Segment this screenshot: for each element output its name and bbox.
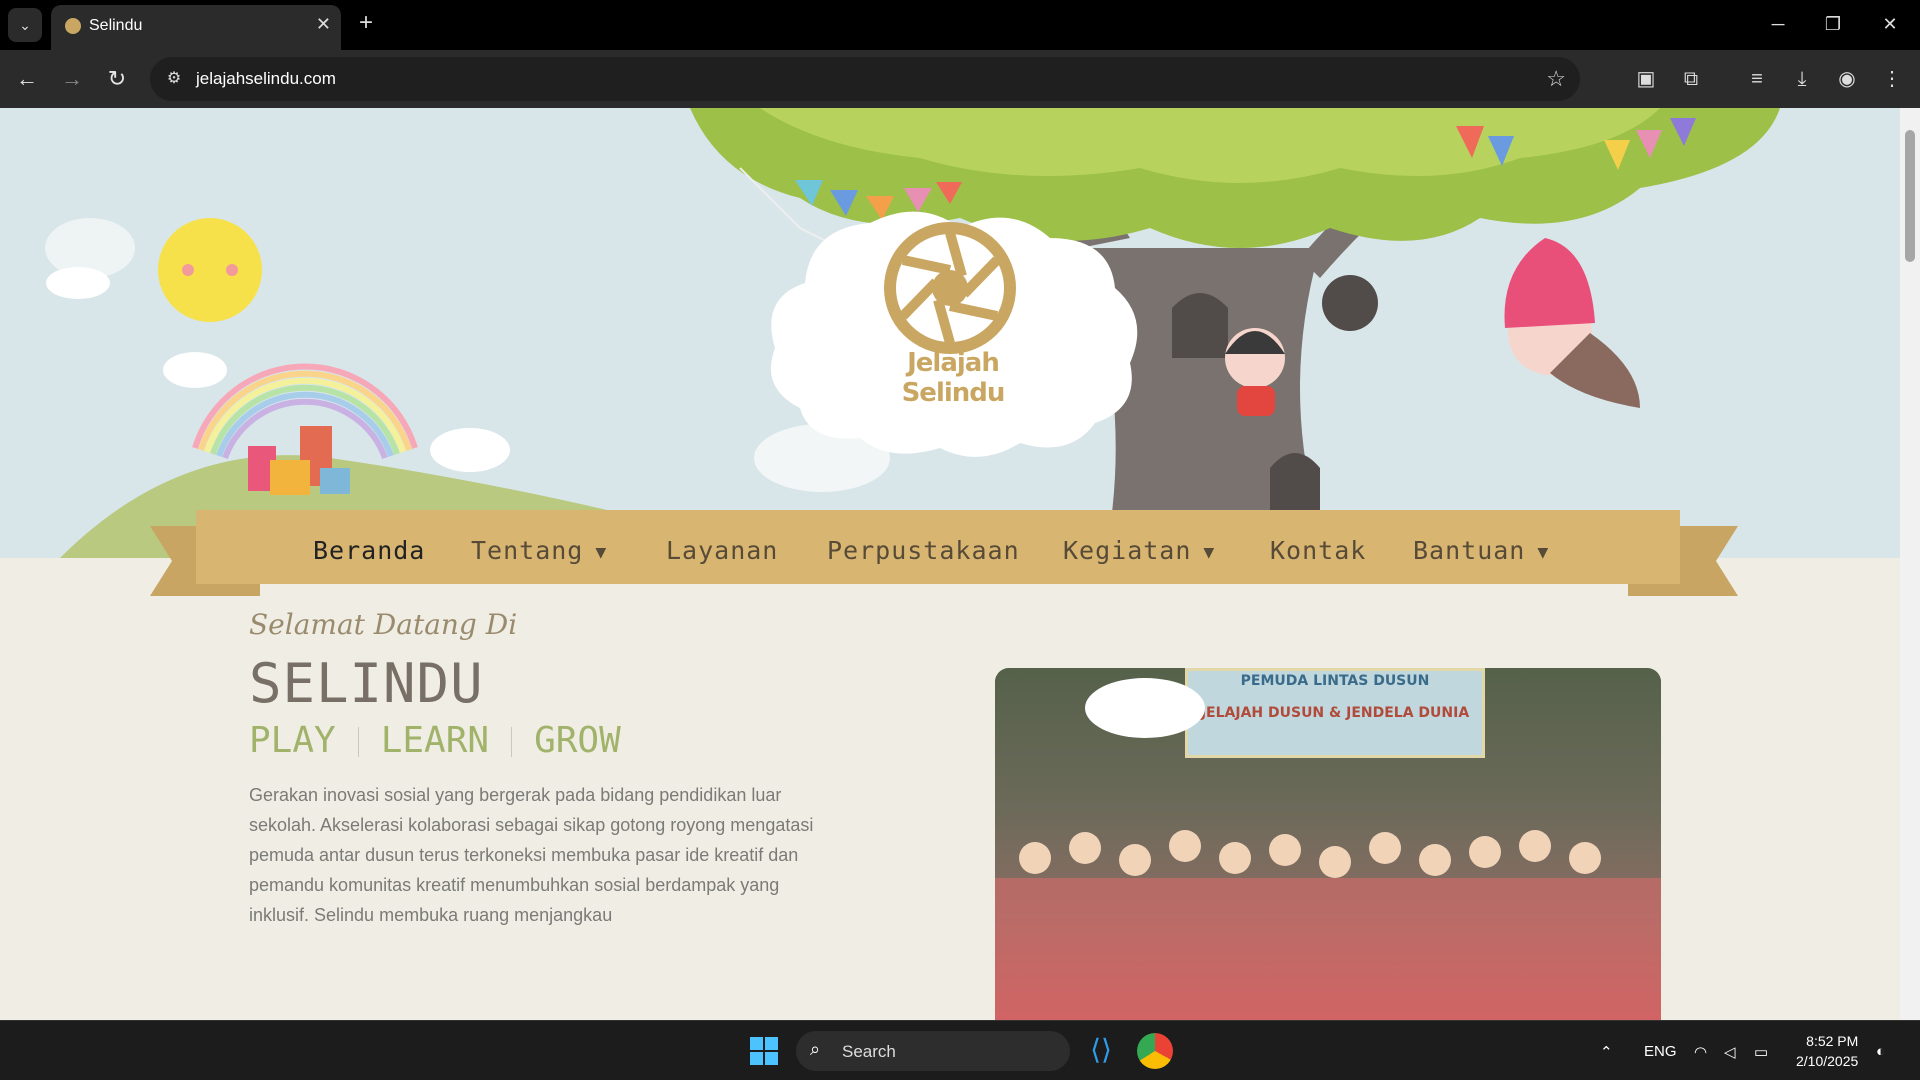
nav-perpustakaan[interactable]: Perpustakaan	[827, 536, 1020, 565]
welcome-subtitle: Selamat Datang Di	[249, 608, 518, 641]
profile-avatar-icon[interactable]: ◉	[1830, 62, 1864, 96]
browser-toolbar: ← → ↻ ⚙ jelajahselindu.com ☆ ▣ ⧉ ≡ ⤓ ◉ ⋮	[0, 50, 1920, 108]
tagline-grow: GROW	[534, 720, 621, 761]
language-indicator[interactable]: ENG	[1644, 1043, 1677, 1060]
bookmark-star-icon[interactable]: ☆	[1546, 66, 1566, 92]
intro-description: Gerakan inovasi sosial yang bergerak pad…	[249, 785, 814, 925]
notification-icon[interactable]: ◐	[1876, 1043, 1885, 1060]
extensions-puzzle-icon[interactable]: ⧉	[1674, 62, 1708, 96]
taskbar-search[interactable]: ⌕ Search	[796, 1031, 1070, 1071]
battery-icon[interactable]: ▭	[1754, 1043, 1768, 1061]
tab-search-button[interactable]: ⌄	[8, 8, 42, 42]
taskbar: ⌕ Search ⟨⟩ ⌃ ENG ◠ ◁ ▭ 8:52 PM 2/10/202…	[0, 1020, 1920, 1080]
windows-start-icon[interactable]	[748, 1035, 780, 1067]
scrollbar-thumb[interactable]	[1905, 130, 1915, 262]
menu-kebab-icon[interactable]: ⋮	[1875, 62, 1909, 96]
close-tab-icon[interactable]: ✕	[316, 14, 331, 35]
search-placeholder: Search	[842, 1042, 896, 1061]
cloud-overlay	[1085, 678, 1205, 738]
chevron-down-icon: ▼	[595, 541, 608, 563]
children-group	[995, 830, 1661, 1020]
tagline-play: PLAY	[249, 720, 336, 761]
vscode-icon[interactable]: ⟨⟩	[1083, 1033, 1119, 1069]
clock[interactable]: 8:52 PM 2/10/2025	[1796, 1031, 1858, 1071]
clock-time: 8:52 PM	[1806, 1033, 1859, 1049]
nav-bantuan[interactable]: Bantuan ▼	[1413, 536, 1549, 565]
chevron-down-icon: ▼	[1203, 541, 1216, 563]
photo-banner: PEMUDA LINTAS DUSUN JELAJAH DUSUN & JEND…	[1185, 668, 1485, 758]
reload-button[interactable]: ↻	[100, 62, 134, 96]
tray-overflow-icon[interactable]: ⌃	[1600, 1043, 1613, 1061]
nav-kegiatan[interactable]: Kegiatan ▼	[1063, 536, 1215, 565]
site-info-icon[interactable]: ⚙	[162, 67, 186, 91]
header-illustration	[0, 108, 1900, 568]
download-icon[interactable]: ⤓	[1785, 62, 1819, 96]
forward-button[interactable]: →	[55, 62, 89, 96]
media-control-icon[interactable]: ≡	[1740, 62, 1774, 96]
nav-layanan[interactable]: Layanan	[666, 536, 778, 565]
nav-kontak[interactable]: Kontak	[1270, 536, 1366, 565]
banner-line-1: PEMUDA LINTAS DUSUN	[1240, 673, 1430, 689]
wifi-icon[interactable]: ◠	[1694, 1043, 1707, 1061]
search-icon: ⌕	[810, 1039, 821, 1059]
restore-button[interactable]: ❐	[1813, 8, 1853, 40]
browser-tab[interactable]: Selindu ✕	[51, 5, 341, 50]
tab-title: Selindu	[89, 17, 143, 34]
tagline: PLAY LEARN GROW	[249, 720, 621, 761]
web-page: Jelajah Selindu Beranda Tentang ▼ Layanan…	[0, 108, 1900, 1020]
tagline-learn: LEARN	[380, 720, 490, 761]
new-tab-button[interactable]: +	[350, 8, 382, 40]
extension-icon[interactable]: ▣	[1629, 62, 1663, 96]
site-logo-text[interactable]: Jelajah Selindu	[868, 348, 1038, 408]
address-bar[interactable]: ⚙ jelajahselindu.com ☆	[150, 57, 1580, 101]
brand-title: SELINDU	[249, 652, 484, 715]
volume-icon[interactable]: ◁	[1724, 1043, 1736, 1061]
url-text: jelajahselindu.com	[196, 69, 336, 88]
nav-tentang[interactable]: Tentang ▼	[471, 536, 607, 565]
favicon-icon	[65, 18, 81, 34]
nav-beranda[interactable]: Beranda	[313, 536, 425, 565]
minimize-button[interactable]: ─	[1758, 8, 1798, 40]
back-button[interactable]: ←	[10, 62, 44, 96]
banner-line-2: JELAJAH DUSUN & JENDELA DUNIA	[1200, 705, 1470, 721]
community-photo: PEMUDA LINTAS DUSUN JELAJAH DUSUN & JEND…	[995, 668, 1661, 1020]
chevron-down-icon: ▼	[1537, 541, 1550, 563]
chrome-icon[interactable]	[1137, 1033, 1173, 1069]
clock-date: 2/10/2025	[1796, 1053, 1859, 1069]
close-window-button[interactable]: ✕	[1870, 8, 1910, 40]
